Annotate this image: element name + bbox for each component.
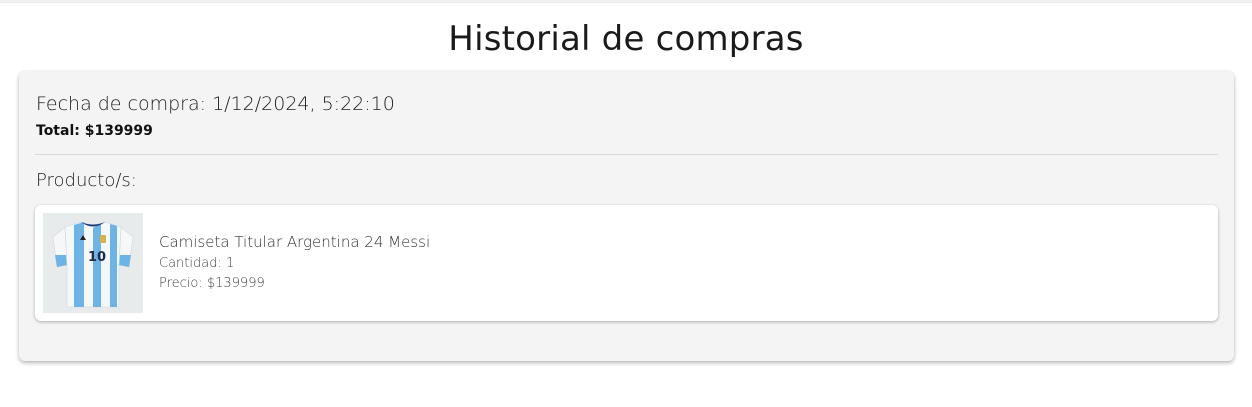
page-title: Historial de compras <box>448 19 804 59</box>
product-name: Camiseta Titular Argentina 24 Messi <box>159 233 431 251</box>
top-bar <box>0 0 1252 3</box>
svg-text:10: 10 <box>88 250 106 265</box>
product-info: Camiseta Titular Argentina 24 Messi Cant… <box>159 232 430 294</box>
product-item[interactable]: 10 Camiseta Titular Argentina 24 Messi C… <box>35 205 1218 321</box>
jersey-image: 10 <box>43 213 143 313</box>
product-price: Precio: $139999 <box>159 276 265 291</box>
divider <box>35 154 1218 155</box>
order-total: Total: $139999 <box>36 123 153 139</box>
order-date: Fecha de compra: 1/12/2024, 5:22:10 <box>36 93 395 115</box>
products-label: Producto/s: <box>36 170 137 191</box>
order-card: Fecha de compra: 1/12/2024, 5:22:10 Tota… <box>19 71 1234 361</box>
product-quantity: Cantidad: 1 <box>159 256 235 271</box>
jersey-icon: 10 <box>43 213 143 313</box>
